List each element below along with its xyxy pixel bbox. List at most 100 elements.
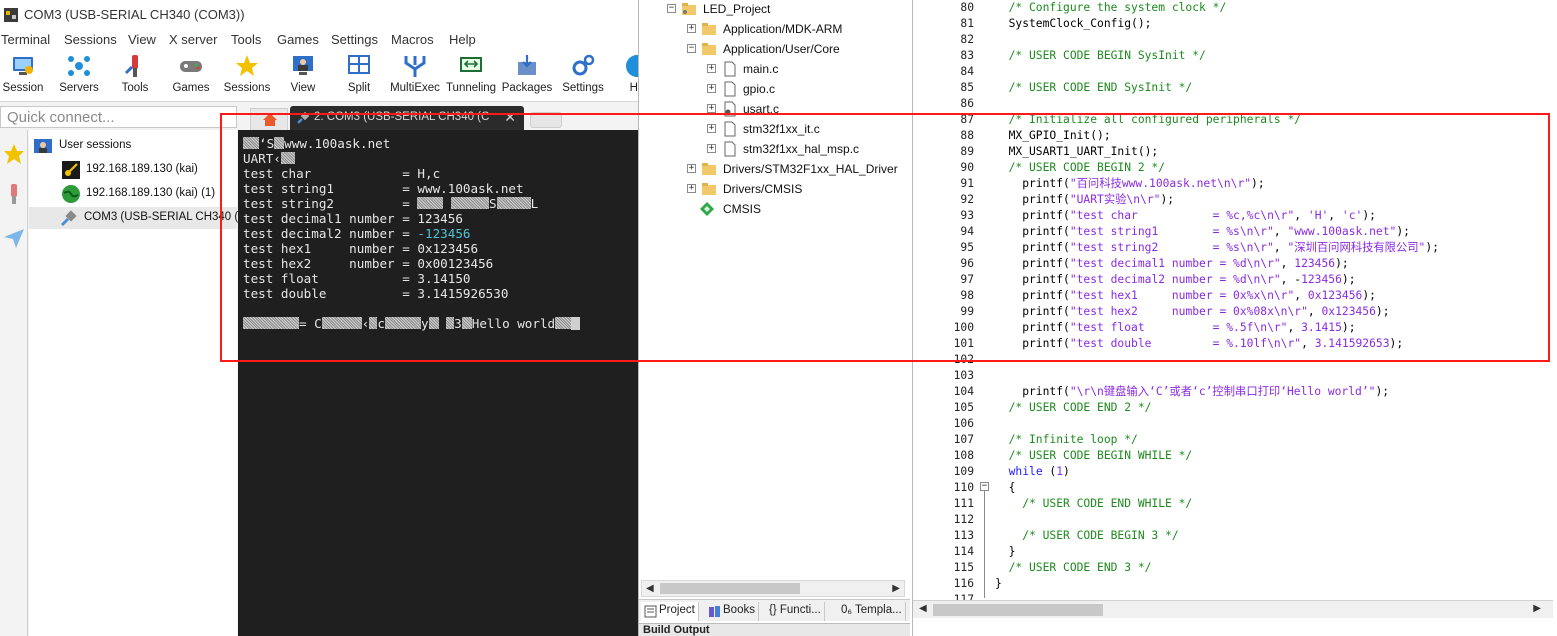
help-button[interactable]: He bbox=[609, 50, 638, 100]
code-line[interactable]: /* Initialize all configured peripherals… bbox=[995, 112, 1301, 128]
code-line[interactable]: printf("test float = %.5f\n\r", 3.1415); bbox=[995, 320, 1355, 336]
code-line[interactable]: /* USER CODE END 2 */ bbox=[995, 400, 1152, 416]
help-button-label: He bbox=[629, 82, 638, 94]
tab-com3[interactable]: 2. COM3 (USB-SERIAL CH340 (C ✕ bbox=[290, 106, 524, 130]
line-number: 93 bbox=[960, 209, 974, 222]
code-editor[interactable]: 80 81 82 83 84 85 86 87 88 89 90 91 92 93 94 95 96 97 98 99… bbox=[912, 0, 1557, 636]
code-token: ( bbox=[1042, 465, 1057, 478]
servers-button[interactable]: Servers bbox=[51, 50, 107, 100]
expand-icon[interactable]: + bbox=[707, 144, 716, 153]
scroll-thumb[interactable] bbox=[933, 604, 1103, 616]
menu-help[interactable]: Help bbox=[449, 32, 476, 47]
code-line[interactable]: MX_GPIO_Init(); bbox=[995, 128, 1111, 144]
code-line[interactable]: printf("百问科技www.100ask.net\n\r"); bbox=[995, 176, 1264, 192]
code-line[interactable]: printf("test decimal2 number = %d\n\r", … bbox=[995, 272, 1355, 288]
scroll-left-icon[interactable]: ◀ bbox=[919, 603, 927, 614]
build-output-header[interactable]: Build Output bbox=[639, 623, 910, 636]
line-number: 110 bbox=[953, 481, 974, 494]
menu-settings[interactable]: Settings bbox=[331, 32, 378, 47]
close-tab-icon[interactable]: ✕ bbox=[504, 109, 516, 126]
expand-icon[interactable]: + bbox=[707, 84, 716, 93]
title-bar: COM3 (USB-SERIAL CH340 (COM3)) bbox=[0, 0, 638, 30]
terminal-output[interactable]: ‘S www.100ask.net UART‹ test char = H,c t… bbox=[238, 130, 638, 636]
expand-icon[interactable]: + bbox=[707, 104, 716, 113]
session-item-selected[interactable]: COM3 (USB-SERIAL CH340 (C bbox=[29, 207, 247, 229]
code-line[interactable]: /* USER CODE BEGIN 2 */ bbox=[995, 160, 1165, 176]
code-line[interactable]: /* USER CODE END 3 */ bbox=[995, 560, 1152, 576]
code-token: "test hex1 number = 0x%x\n\r" bbox=[1069, 289, 1295, 302]
code-line[interactable]: printf("test double = %.10lf\n\r", 3.141… bbox=[995, 336, 1403, 352]
new-tab-button[interactable] bbox=[530, 112, 562, 128]
session-item[interactable]: 192.168.189.130 (kai) bbox=[29, 159, 237, 181]
code-line[interactable]: /* USER CODE BEGIN 3 */ bbox=[995, 528, 1178, 544]
code-line[interactable]: /* USER CODE END WHILE */ bbox=[995, 496, 1192, 512]
send-arrow-icon[interactable] bbox=[2, 226, 26, 250]
expand-icon[interactable]: + bbox=[707, 64, 716, 73]
menu-games[interactable]: Games bbox=[277, 32, 319, 47]
code-line[interactable]: printf("UART实验\n\r"); bbox=[995, 192, 1174, 208]
collapse-icon[interactable]: − bbox=[687, 44, 696, 53]
star-icon[interactable] bbox=[2, 142, 26, 166]
games-button[interactable]: Games bbox=[163, 50, 219, 100]
code-line[interactable]: } bbox=[995, 576, 1002, 592]
scroll-left-icon[interactable]: ◀ bbox=[646, 583, 654, 594]
menu-macros[interactable]: Macros bbox=[391, 32, 434, 47]
quick-connect-input[interactable]: Quick connect... bbox=[0, 106, 237, 128]
collapse-block-icon[interactable]: − bbox=[980, 482, 989, 491]
expand-icon[interactable]: + bbox=[687, 24, 696, 33]
home-tab[interactable] bbox=[250, 108, 288, 130]
packages-button[interactable]: Packages bbox=[499, 50, 555, 100]
expand-icon[interactable]: + bbox=[687, 184, 696, 193]
code-line[interactable]: /* USER CODE BEGIN WHILE */ bbox=[995, 448, 1193, 464]
code-line[interactable]: printf("test hex2 number = 0x%08x\n\r", … bbox=[995, 304, 1389, 320]
tab-project[interactable]: Project bbox=[641, 602, 699, 621]
session-button[interactable]: Session bbox=[0, 50, 51, 100]
code-line[interactable]: printf("\r\n键盘输入‘C’或者‘c’控制串口打印‘Hello wor… bbox=[995, 384, 1389, 400]
code-line[interactable]: MX_USART1_UART_Init(); bbox=[995, 144, 1159, 160]
code-line[interactable]: { bbox=[995, 480, 1016, 496]
tab-functions[interactable]: {} Functi... bbox=[763, 602, 825, 621]
tools-button[interactable]: Tools bbox=[107, 50, 163, 100]
sessions-button[interactable]: Sessions bbox=[219, 50, 275, 100]
scroll-right-icon[interactable]: ▶ bbox=[892, 583, 900, 594]
code-line[interactable]: printf("test string1 = %s\n\r", "www.100… bbox=[995, 224, 1410, 240]
code-line[interactable]: printf("test string2 = %s\n\r", "深圳百问网科技… bbox=[995, 240, 1439, 256]
code-line[interactable]: printf("test decimal1 number = %d\n\r", … bbox=[995, 256, 1349, 272]
code-line[interactable]: printf("test char = %c,%c\n\r", 'H', 'c'… bbox=[995, 208, 1376, 224]
code-line[interactable]: /* Configure the system clock */ bbox=[995, 0, 1227, 16]
scroll-right-icon[interactable]: ▶ bbox=[1533, 603, 1541, 614]
session-item-label: 192.168.189.130 (kai) bbox=[86, 163, 198, 175]
expand-icon[interactable]: + bbox=[687, 164, 696, 173]
user-sessions-header[interactable]: User sessions bbox=[29, 135, 237, 157]
session-item[interactable]: 192.168.189.130 (kai) (1) bbox=[29, 183, 237, 205]
menu-tools[interactable]: Tools bbox=[231, 32, 261, 47]
settings-icon bbox=[572, 54, 595, 76]
multiexec-button[interactable]: MultiExec bbox=[387, 50, 443, 100]
view-button[interactable]: View bbox=[275, 50, 331, 100]
tab-templates[interactable]: 0₆ Templa... bbox=[835, 602, 906, 621]
tools-side-icon[interactable] bbox=[2, 182, 26, 206]
collapse-icon[interactable]: − bbox=[667, 4, 676, 13]
expand-icon[interactable]: + bbox=[707, 124, 716, 133]
line-number: 102 bbox=[953, 353, 974, 366]
project-panel: − LED_Project + Application/MDK-ARM − Ap… bbox=[638, 0, 910, 636]
split-button[interactable]: Split bbox=[331, 50, 387, 100]
menu-x-server[interactable]: X server bbox=[169, 32, 217, 47]
menu-terminal[interactable]: Terminal bbox=[1, 32, 50, 47]
project-horizontal-scrollbar[interactable]: ◀ ▶ bbox=[641, 580, 905, 597]
menu-view[interactable]: View bbox=[128, 32, 156, 47]
project-panel-tabs: Project Books {} Functi... 0₆ Templa... bbox=[639, 599, 910, 621]
scroll-thumb[interactable] bbox=[660, 583, 800, 594]
editor-horizontal-scrollbar[interactable]: ◀ ▶ bbox=[913, 600, 1553, 618]
code-line[interactable]: SystemClock_Config(); bbox=[995, 16, 1152, 32]
code-line[interactable]: printf("test hex1 number = 0x%x\n\r", 0x… bbox=[995, 288, 1376, 304]
tab-books[interactable]: Books bbox=[705, 602, 759, 621]
code-line[interactable]: /* USER CODE BEGIN SysInit */ bbox=[995, 48, 1206, 64]
code-line[interactable]: /* Infinite loop */ bbox=[995, 432, 1138, 448]
tunneling-button[interactable]: Tunneling bbox=[443, 50, 499, 100]
sessions-star-icon bbox=[236, 55, 258, 76]
code-line[interactable]: /* USER CODE END SysInit */ bbox=[995, 80, 1193, 96]
code-line[interactable]: } bbox=[995, 544, 1016, 560]
menu-sessions[interactable]: Sessions bbox=[64, 32, 117, 47]
code-line[interactable]: while (1) bbox=[995, 464, 1070, 480]
